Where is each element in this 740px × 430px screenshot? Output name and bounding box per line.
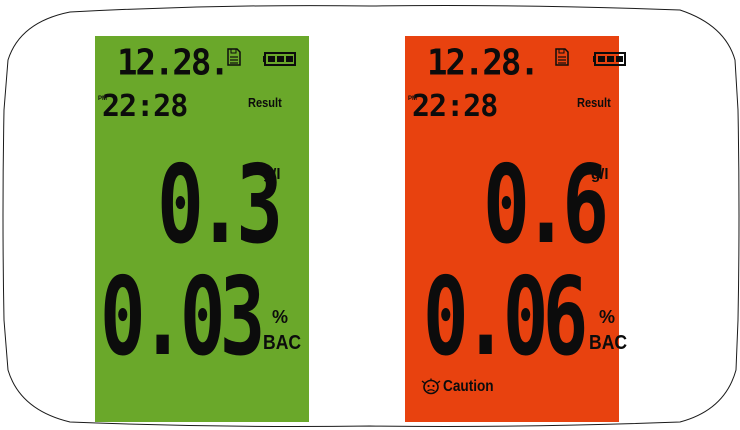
- time-display: 22:28: [412, 89, 498, 124]
- reading-bac: 0.03: [100, 255, 265, 380]
- time-display: 22:28: [102, 89, 188, 124]
- reading-bac: 0.06: [423, 255, 588, 380]
- lcd-panel-normal: 12.28. PM 22:28 Result 0.3 g/l 0.03 % BA…: [95, 36, 309, 422]
- unit-bac: BAC: [589, 332, 628, 354]
- date-display: 12.28.: [427, 42, 540, 84]
- unit-gl: g/l: [591, 166, 609, 183]
- unit-percent: %: [272, 307, 289, 327]
- result-label: Result: [248, 95, 282, 110]
- battery-icon: [593, 52, 626, 66]
- memory-card-icon: [227, 48, 241, 66]
- unit-bac: BAC: [263, 332, 302, 354]
- reading-gl: 0.3: [157, 143, 283, 268]
- date-display: 12.28.: [117, 42, 230, 84]
- memory-card-icon: [555, 48, 569, 66]
- result-label: Result: [577, 95, 611, 110]
- caution-label: Caution: [443, 378, 494, 395]
- unit-percent: %: [599, 307, 616, 327]
- warning-face-icon: [421, 378, 441, 395]
- battery-icon: [263, 52, 296, 66]
- caution-indicator: Caution: [421, 378, 503, 396]
- reading-gl: 0.6: [483, 143, 609, 268]
- lcd-panel-caution: 12.28. PM 22:28 Result 0.6 g/l 0.06 % BA…: [405, 36, 627, 422]
- unit-gl: g/l: [263, 166, 281, 183]
